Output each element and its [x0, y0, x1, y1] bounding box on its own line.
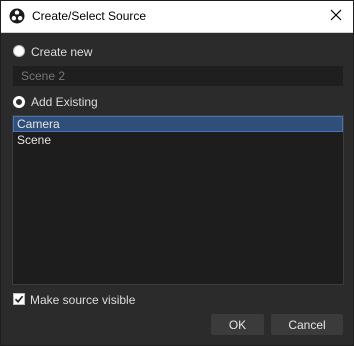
create-new-label[interactable]: Create new	[31, 45, 92, 59]
list-item-camera[interactable]: Camera	[13, 116, 343, 132]
add-existing-label[interactable]: Add Existing	[31, 95, 98, 109]
cancel-button[interactable]: Cancel	[271, 314, 343, 335]
source-name-input[interactable]	[13, 66, 343, 86]
existing-sources-list[interactable]: Camera Scene	[12, 115, 344, 285]
title-bar[interactable]: Create/Select Source	[1, 1, 353, 33]
window-title: Create/Select Source	[32, 9, 147, 23]
create-select-source-dialog: Create/Select Source Create new Add Exis…	[0, 0, 354, 346]
close-button[interactable]	[319, 1, 353, 32]
list-item-scene[interactable]: Scene	[13, 132, 343, 148]
create-new-radio[interactable]	[13, 45, 25, 57]
close-icon	[330, 9, 342, 24]
obs-logo-icon	[9, 8, 25, 24]
make-visible-checkbox[interactable]	[13, 293, 25, 305]
checkmark-icon	[14, 295, 24, 304]
make-visible-label[interactable]: Make source visible	[30, 293, 135, 307]
ok-button[interactable]: OK	[211, 314, 264, 335]
add-existing-radio[interactable]	[13, 96, 25, 108]
